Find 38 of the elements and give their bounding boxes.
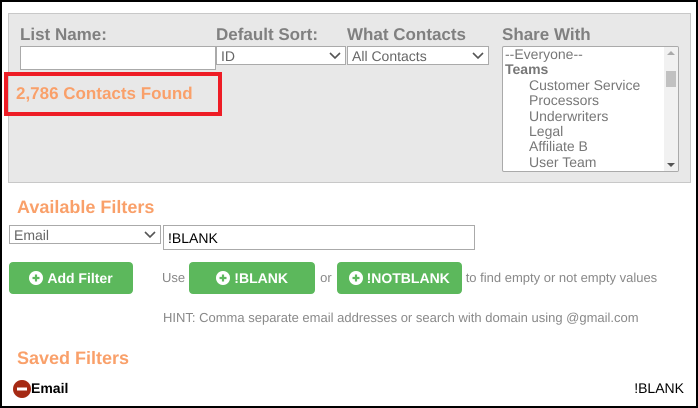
add-filter-button[interactable]: Add Filter	[9, 262, 133, 294]
chevron-down-icon	[472, 52, 484, 60]
helper-text: or	[320, 269, 332, 288]
contacts-count: 2,786 Contacts Found	[16, 83, 193, 106]
list-option[interactable]: Teams	[503, 62, 664, 78]
list-option[interactable]: Affiliate B	[503, 139, 664, 155]
plus-circle-icon	[216, 271, 230, 285]
section-title: Available Filters	[17, 197, 154, 217]
contacts-select[interactable]: All Contacts	[347, 46, 489, 65]
plus-circle-icon	[348, 271, 363, 285]
field-label: What Contacts	[347, 24, 467, 46]
sort-select[interactable]: ID	[216, 46, 346, 65]
plus-circle-icon	[29, 271, 44, 285]
list-option[interactable]: Processors	[503, 93, 664, 109]
field-label: Default Sort:	[216, 24, 319, 46]
list-option[interactable]: Legal	[503, 124, 664, 140]
filter-name: Email	[31, 379, 68, 398]
list-option[interactable]: Underwriters	[503, 108, 664, 124]
blank-button[interactable]: !BLANK	[189, 262, 316, 294]
filter-field-select[interactable]: Email	[9, 225, 161, 244]
list-option[interactable]: Customer Service	[503, 78, 664, 94]
share-listbox[interactable]: --Everyone-- Teams Customer Service Processors Underwriters Legal Affiliate B User Team	[502, 46, 679, 172]
chevron-down-icon	[144, 230, 156, 238]
hint-text: HINT: Comma separate email addresses or search with domain using @gmail.com	[163, 310, 639, 325]
remove-icon[interactable]	[13, 380, 31, 398]
filter-value-input[interactable]: !BLANK	[163, 225, 475, 250]
notblank-button[interactable]: !NOTBLANK	[336, 262, 462, 294]
filter-value: !BLANK	[634, 379, 684, 398]
list-name-input[interactable]	[20, 46, 216, 70]
helper-text: Use	[162, 269, 186, 288]
helper-text: to find empty or not empty values	[466, 269, 658, 288]
chevron-down-icon	[329, 52, 341, 60]
field-label: Share With	[502, 24, 592, 46]
field-label: List Name:	[20, 24, 108, 46]
list-option[interactable]: User Team	[503, 154, 664, 170]
section-title: Saved Filters	[17, 348, 130, 368]
list-option[interactable]: --Everyone--	[503, 47, 664, 62]
scrollbar[interactable]	[664, 47, 678, 171]
